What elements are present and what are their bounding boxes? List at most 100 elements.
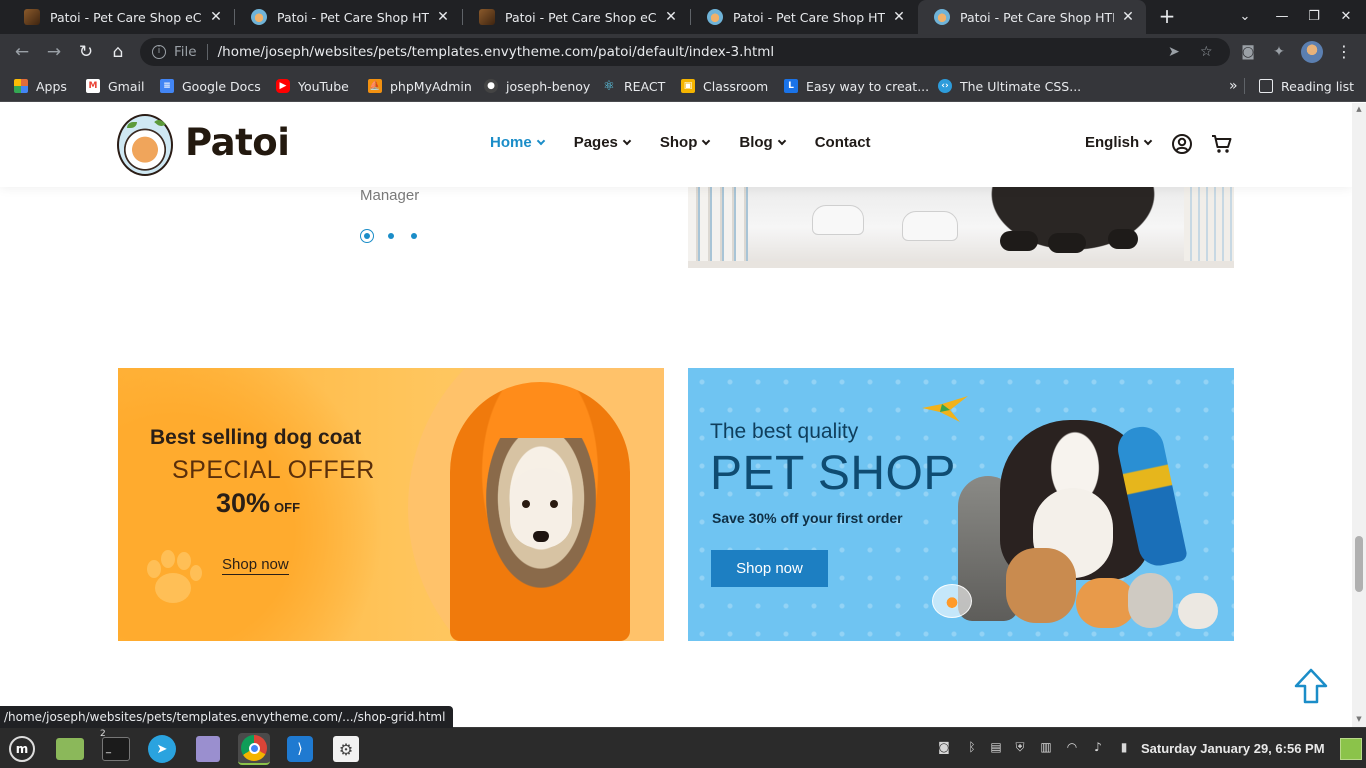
- screenshot-tray-icon[interactable]: ◙: [936, 739, 952, 755]
- close-tab-icon[interactable]: ✕: [435, 9, 451, 25]
- telegram-icon[interactable]: ➤: [146, 733, 178, 765]
- banner-offer: Save 30% off your first order: [712, 510, 903, 526]
- page-scrollbar[interactable]: ▲ ▼: [1352, 103, 1366, 727]
- forward-arrow-icon[interactable]: →: [42, 40, 66, 64]
- browser-tab-strip: Patoi - Pet Care Shop eCommerce ✕ Patoi …: [0, 0, 1366, 34]
- bookmark-label: Easy way to creat...: [806, 78, 930, 94]
- browser-tab[interactable]: Patoi - Pet Care Shop HTML Template ✕: [235, 0, 461, 34]
- bluetooth-icon[interactable]: ᛒ: [964, 739, 980, 755]
- site-info-icon[interactable]: i: [152, 45, 166, 59]
- patoi-logo-icon[interactable]: [117, 114, 173, 176]
- bookmark-phpmyadmin[interactable]: ⛵ phpMyAdmin: [368, 70, 472, 102]
- tab-search-icon[interactable]: ⌄: [1229, 0, 1261, 34]
- flying-bird-image: [922, 396, 968, 422]
- bookmark-gmail[interactable]: M Gmail: [86, 70, 144, 102]
- back-arrow-icon[interactable]: ←: [10, 40, 34, 64]
- tab-title: Patoi - Pet Care Shop HTML Template: [960, 9, 1114, 25]
- bookmark-ultimate-css[interactable]: ‹› The Ultimate CSS...: [938, 70, 1081, 102]
- taskbar-clock[interactable]: Saturday January 29, 6:56 PM: [1141, 728, 1325, 768]
- bookmark-apps[interactable]: Apps: [14, 70, 67, 102]
- promo-banner-pet-shop[interactable]: The best quality PET SHOP Save 30% off y…: [688, 368, 1234, 641]
- dog-favicon-icon: [707, 9, 723, 25]
- volume-icon[interactable]: ♪: [1090, 739, 1106, 755]
- promo-banner-dog-coat[interactable]: Best selling dog coat SPECIAL OFFER 30% O…: [118, 368, 664, 641]
- chevron-down-icon: [702, 136, 711, 145]
- notes-icon[interactable]: ▥: [1038, 739, 1054, 755]
- bookmark-classroom[interactable]: ▣ Classroom: [681, 70, 768, 102]
- files-icon[interactable]: [54, 733, 86, 765]
- minimize-window-icon[interactable]: —: [1266, 0, 1298, 34]
- camera-extension-icon[interactable]: ◙: [1238, 42, 1258, 62]
- user-account-icon[interactable]: [1171, 133, 1193, 155]
- wifi-icon[interactable]: ◠: [1064, 739, 1080, 755]
- nav-item-contact[interactable]: Contact: [815, 134, 871, 151]
- send-icon[interactable]: ➤: [1168, 38, 1180, 66]
- bookmark-label: phpMyAdmin: [390, 78, 472, 94]
- address-bar[interactable]: i File /home/joseph/websites/pets/templa…: [140, 38, 1230, 66]
- scrollbar-thumb[interactable]: [1355, 536, 1363, 592]
- back-to-top-arrow-icon[interactable]: [1294, 668, 1328, 704]
- shopping-cart-icon[interactable]: [1211, 133, 1233, 155]
- chevron-down-icon: [777, 136, 786, 145]
- bookmark-react[interactable]: ⚛ REACT: [602, 70, 665, 102]
- puppy-image: [1006, 548, 1076, 623]
- nav-label: Contact: [814, 134, 871, 151]
- brand-logo-text[interactable]: Patoi: [185, 121, 290, 164]
- profile-avatar[interactable]: [1301, 41, 1323, 63]
- nav-item-home[interactable]: Home: [490, 134, 545, 151]
- bookmark-label: joseph-benoy: [506, 78, 591, 94]
- browser-tab[interactable]: Patoi - Pet Care Shop HTML Template ✕: [691, 0, 917, 34]
- text-editor-icon[interactable]: [192, 733, 224, 765]
- bookmark-label: YouTube: [298, 78, 349, 94]
- close-tab-icon[interactable]: ✕: [208, 9, 224, 25]
- close-window-icon[interactable]: ✕: [1330, 0, 1362, 34]
- clipboard-icon[interactable]: ▤: [988, 739, 1004, 755]
- shield-icon[interactable]: ⛨: [1012, 739, 1028, 755]
- browser-menu-icon[interactable]: ⋮: [1336, 40, 1352, 64]
- bookmark-github[interactable]: ● joseph-benoy: [484, 70, 590, 102]
- extensions-puzzle-icon[interactable]: ✦: [1269, 42, 1289, 62]
- close-tab-icon[interactable]: ✕: [663, 9, 679, 25]
- nav-item-pages[interactable]: Pages: [574, 134, 632, 151]
- bookmark-google-docs[interactable]: ≡ Google Docs: [160, 70, 261, 102]
- url-text[interactable]: /home/joseph/websites/pets/templates.env…: [218, 44, 775, 60]
- bookmark-youtube[interactable]: ▶ YouTube: [276, 70, 349, 102]
- maximize-window-icon[interactable]: ❐: [1298, 0, 1330, 34]
- reading-list-button[interactable]: Reading list: [1259, 70, 1354, 102]
- browser-tab[interactable]: Patoi - Pet Care Shop eCommerce ✕: [8, 0, 234, 34]
- browser-tab[interactable]: Patoi - Pet Care Shop eCommerce ✕: [463, 0, 689, 34]
- bookmarks-bar: Apps M Gmail ≡ Google Docs ▶ YouTube ⛵ p…: [0, 70, 1366, 102]
- reading-list-label: Reading list: [1281, 78, 1355, 94]
- language-selector[interactable]: English: [1085, 134, 1153, 151]
- mint-menu-icon[interactable]: m: [6, 733, 38, 765]
- shop-now-link[interactable]: Shop now: [222, 556, 289, 575]
- banner-offer: SPECIAL OFFER: [172, 456, 375, 484]
- battery-icon[interactable]: ▮: [1116, 739, 1132, 755]
- slider-dot-active[interactable]: [360, 229, 374, 243]
- shop-now-button[interactable]: Shop now: [711, 550, 828, 587]
- more-bookmarks-icon[interactable]: »: [1229, 70, 1238, 102]
- home-icon[interactable]: ⌂: [106, 40, 130, 64]
- close-tab-icon[interactable]: ✕: [1120, 9, 1136, 25]
- slider-dot[interactable]: [388, 233, 394, 239]
- nav-item-blog[interactable]: Blog: [739, 134, 786, 151]
- bookmark-star-icon[interactable]: ☆: [1200, 38, 1213, 66]
- nav-item-shop[interactable]: Shop: [660, 134, 711, 151]
- vscode-icon[interactable]: ⟩: [284, 733, 316, 765]
- paw-print-icon: [147, 550, 202, 603]
- tab-title: Patoi - Pet Care Shop HTML Template: [733, 9, 885, 25]
- close-tab-icon[interactable]: ✕: [891, 9, 907, 25]
- browser-tab-active[interactable]: Patoi - Pet Care Shop HTML Template ✕: [918, 0, 1146, 34]
- show-desktop-button[interactable]: [1340, 738, 1362, 760]
- banner-subheading: The best quality: [710, 420, 859, 443]
- settings-icon[interactable]: ⚙: [330, 733, 362, 765]
- tab-title: Patoi - Pet Care Shop HTML Template: [277, 9, 429, 25]
- web-page: Patoi Home Pages Shop Blog Contact Engli…: [0, 103, 1352, 727]
- bookmark-easy-way[interactable]: L Easy way to creat...: [784, 70, 929, 102]
- new-tab-button[interactable]: +: [1156, 5, 1178, 27]
- chrome-icon[interactable]: [238, 733, 270, 765]
- dog-favicon-icon: [934, 9, 950, 25]
- reload-icon[interactable]: ↻: [74, 40, 98, 64]
- bookmark-label: The Ultimate CSS...: [960, 78, 1082, 94]
- slider-dot[interactable]: [411, 233, 417, 239]
